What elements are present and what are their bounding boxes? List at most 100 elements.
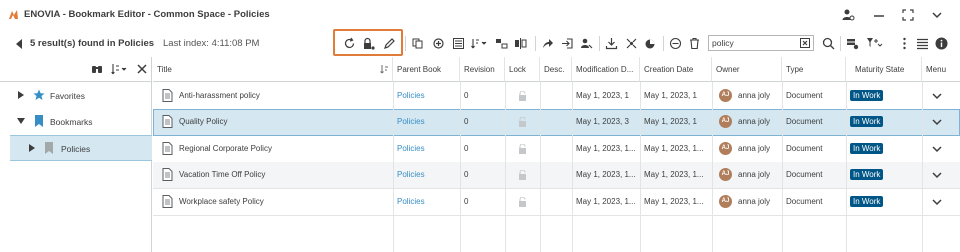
status-badge[interactable]: In Work [850, 143, 884, 154]
cell-title[interactable]: Quality Policy [175, 109, 375, 135]
column-header-lock[interactable]: Lock [505, 57, 540, 82]
column-header-type[interactable]: Type [782, 57, 846, 82]
compare-icon[interactable] [514, 37, 527, 50]
tree-sort-icon[interactable] [111, 63, 127, 75]
column-header-revision[interactable]: Revision [460, 57, 505, 82]
column-header-menu[interactable]: Menu [922, 57, 960, 82]
status-badge[interactable]: In Work [850, 196, 884, 207]
cell-parent-book-link[interactable]: Policies [393, 162, 460, 188]
cell-revision: 0 [464, 117, 469, 126]
sync-icon[interactable] [432, 37, 445, 50]
table-row-cells: Regional Corporate Policy Policies 0 May 1,… [0, 136, 960, 162]
table-row-cells: Quality Policy Policies 0 May 1, 2023, 3 May… [0, 109, 960, 135]
copy-icon[interactable] [411, 37, 424, 50]
cell-title[interactable]: Regional Corporate Policy [175, 136, 375, 162]
maturity-icon[interactable] [644, 37, 657, 50]
structure-icon[interactable] [495, 37, 508, 50]
column-divider [922, 82, 923, 252]
status-badge[interactable]: In Work [850, 116, 884, 127]
column-divider [460, 82, 461, 252]
avatar[interactable]: AJ [719, 115, 732, 128]
cell-creation-date: May 1, 2023, 1 [644, 91, 697, 100]
toolbar-separator [535, 36, 536, 51]
list-view-icon[interactable] [916, 37, 929, 50]
column-label: Maturity State [855, 65, 905, 74]
edit-icon[interactable] [383, 37, 396, 50]
column-divider [712, 82, 713, 252]
column-header-creation-date[interactable]: Creation Date [640, 57, 712, 82]
avatar[interactable]: AJ [719, 195, 732, 208]
fullscreen-icon[interactable] [901, 8, 917, 22]
row-menu-chevron-icon[interactable] [932, 199, 942, 206]
cell-modification-date: May 1, 2023, 1 [576, 91, 629, 100]
lock-icon[interactable] [518, 144, 527, 154]
filter-dropdown-icon[interactable] [866, 37, 883, 50]
import-icon[interactable] [561, 37, 574, 50]
avatar[interactable]: AJ [719, 142, 732, 155]
collapse-panel-icon[interactable] [14, 39, 24, 49]
lock-icon[interactable] [518, 170, 527, 180]
chevron-down-icon[interactable] [930, 8, 946, 22]
status-badge[interactable]: In Work [850, 169, 884, 180]
more-options-icon[interactable] [898, 37, 911, 50]
column-label: Desc. [544, 65, 565, 74]
delete-icon[interactable] [688, 37, 701, 50]
cell-title[interactable]: Workplace safety Policy [175, 189, 375, 215]
cell-parent-book-link[interactable]: Policies [393, 189, 460, 215]
cell-owner: anna joly [738, 170, 771, 179]
avatar[interactable]: AJ [719, 89, 732, 102]
column-header-title[interactable]: Title [153, 57, 393, 82]
row-menu-chevron-icon[interactable] [932, 93, 942, 100]
lock-user-icon[interactable] [362, 37, 375, 50]
column-sort-icon[interactable] [380, 64, 389, 74]
minimize-icon[interactable] [872, 8, 888, 22]
cell-parent-book-link[interactable]: Policies [393, 136, 460, 162]
column-label: Lock [509, 65, 526, 74]
refresh-icon[interactable] [343, 37, 356, 50]
sort-dropdown-icon[interactable] [471, 37, 487, 50]
binoculars-icon[interactable] [91, 63, 103, 75]
3ds-compass-icon[interactable] [8, 9, 19, 20]
column-label: Menu [926, 65, 947, 74]
cell-title[interactable]: Anti-harassment policy [175, 83, 375, 109]
lock-icon[interactable] [518, 91, 527, 101]
share-icon[interactable] [541, 37, 554, 50]
remove-icon[interactable] [669, 37, 682, 50]
column-header-description[interactable]: Desc. [540, 57, 572, 82]
column-label: Parent Book [397, 65, 442, 74]
column-header-modification-date[interactable]: Modification D... [572, 57, 640, 82]
cell-modification-date: May 1, 2023, 1... [576, 197, 636, 206]
cell-type: Document [786, 91, 823, 100]
user-settings-icon[interactable] [841, 8, 857, 22]
info-icon[interactable] [935, 37, 948, 50]
cell-parent-book-link[interactable]: Policies [393, 109, 460, 135]
search-icon[interactable] [822, 37, 835, 50]
cell-type: Document [786, 197, 823, 206]
column-divider [846, 82, 847, 252]
row-menu-chevron-icon[interactable] [932, 146, 942, 153]
avatar[interactable]: AJ [719, 168, 732, 181]
status-badge[interactable]: In Work [850, 90, 884, 101]
tree-panel-header [0, 57, 152, 82]
row-menu-chevron-icon[interactable] [932, 119, 942, 126]
close-icon[interactable] [137, 64, 147, 74]
column-header-parent-book[interactable]: Parent Book [393, 57, 460, 82]
explode-icon[interactable] [625, 37, 638, 50]
row-menu-chevron-icon[interactable] [932, 172, 942, 179]
cell-title[interactable]: Vacation Time Off Policy [175, 162, 375, 188]
search-input[interactable] [712, 37, 796, 49]
cell-parent-book-link[interactable]: Policies [393, 83, 460, 109]
download-icon[interactable] [605, 37, 618, 50]
lock-icon[interactable] [518, 117, 527, 127]
clear-search-icon[interactable] [800, 38, 810, 48]
book-settings-icon[interactable] [846, 37, 859, 50]
column-label: Type [786, 65, 804, 74]
cell-owner: anna joly [738, 197, 771, 206]
lock-icon[interactable] [518, 197, 527, 207]
column-header-maturity-state[interactable]: Maturity State [846, 57, 922, 82]
cell-creation-date: May 1, 2023, 1... [644, 197, 704, 206]
column-label: Title [157, 65, 172, 74]
assign-user-icon[interactable] [580, 37, 593, 50]
column-header-owner[interactable]: Owner [712, 57, 782, 82]
checklist-icon[interactable] [452, 37, 465, 50]
